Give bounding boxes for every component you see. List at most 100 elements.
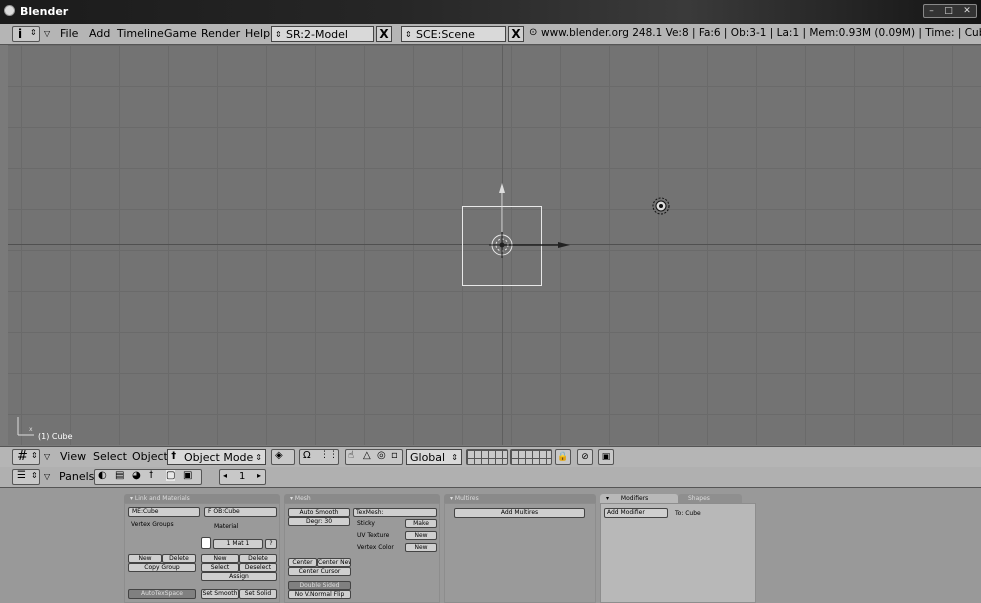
collapse-menu-icon[interactable]: ▽ <box>44 29 50 38</box>
menu-render[interactable]: Render <box>201 27 240 40</box>
menu-timeline[interactable]: Timeline <box>117 27 164 40</box>
script-icon[interactable]: ▤ <box>115 470 124 481</box>
menu-view[interactable]: View <box>60 450 86 463</box>
scene-icon[interactable]: ▣ <box>183 470 192 481</box>
delete-scene-button[interactable]: X <box>508 26 524 42</box>
manipulator-buttons[interactable]: ☝ △ ◎ ▫ <box>345 449 403 465</box>
object-name-field[interactable]: F OB:Cube <box>204 507 277 517</box>
material-delete-button[interactable]: Delete <box>239 554 277 563</box>
copy-group-button[interactable]: Copy Group <box>128 563 196 572</box>
mode-label: Object Mode <box>184 451 254 464</box>
material-select-button[interactable]: Select <box>201 563 239 572</box>
menu-object[interactable]: Object <box>132 450 168 463</box>
layer-buttons-2[interactable] <box>510 449 552 465</box>
degr-stepper[interactable]: Degr: 30 <box>288 517 350 526</box>
panel-title: Modifiers <box>620 495 649 502</box>
logic-icon[interactable]: ◐ <box>98 470 107 481</box>
panel-tab-link-materials[interactable]: ▾ Link and Materials <box>124 494 280 503</box>
material-color-swatch[interactable] <box>201 537 211 549</box>
right-arrow-icon[interactable]: ▸ <box>257 471 261 480</box>
pivot-button[interactable]: Ω ⋮⋮ <box>299 449 339 465</box>
mesh-name-field[interactable]: ME:Cube <box>128 507 200 517</box>
panel-tab-multires[interactable]: ▾ Multires <box>444 494 596 503</box>
material-help-button[interactable]: ? <box>265 539 277 549</box>
mode-select[interactable]: ꝉ Object Mode ⇕ <box>167 449 266 465</box>
link-icon[interactable]: ⊘ <box>577 449 593 465</box>
center-button[interactable]: Center <box>288 558 317 567</box>
close-window-button[interactable]: ✕ <box>963 6 971 16</box>
add-multires-button[interactable]: Add Multires <box>454 508 585 518</box>
translate-icon[interactable]: △ <box>363 450 371 461</box>
autotexspace-toggle[interactable]: AutoTexSpace <box>128 589 196 599</box>
material-assign-button[interactable]: Assign <box>201 572 277 581</box>
info-header: i ⇕ ▽ File Add Timeline Game Render Help… <box>0 24 981 45</box>
orientation-select[interactable]: Global ⇕ <box>406 449 462 465</box>
menu-file[interactable]: File <box>60 27 78 40</box>
uv-texture-new-button[interactable]: New <box>405 531 437 540</box>
center-cursor-button[interactable]: Center Cursor <box>288 567 351 576</box>
buttons-window-icon: ☰ <box>17 470 26 481</box>
panel-tab-mesh[interactable]: ▾ Mesh <box>284 494 440 503</box>
object-icon[interactable]: ꝉ <box>149 470 153 481</box>
menu-add[interactable]: Add <box>89 27 110 40</box>
menu-help[interactable]: Help <box>245 27 270 40</box>
auto-smooth-toggle[interactable]: Auto Smooth <box>288 508 350 517</box>
maximize-button[interactable]: □ <box>944 6 953 16</box>
shading-icon[interactable]: ◕ <box>132 470 141 481</box>
manipulator-x-arrow-icon[interactable] <box>558 242 570 248</box>
window-type-button[interactable]: i ⇕ <box>12 26 40 42</box>
double-sided-toggle[interactable]: Double Sided <box>288 581 351 590</box>
collapse-menu-icon[interactable]: ▽ <box>44 472 50 481</box>
lamp-object[interactable] <box>650 195 672 217</box>
updown-arrow-icon: ⇕ <box>275 30 282 39</box>
editor-type-button[interactable]: # ⇕ <box>12 449 40 465</box>
transform-manipulator[interactable] <box>478 175 578 275</box>
set-solid-button[interactable]: Set Solid <box>239 589 277 599</box>
vgroup-delete-button[interactable]: Delete <box>162 554 196 563</box>
draw-type-button[interactable]: ◈ <box>271 449 295 465</box>
hand-icon[interactable]: ☝ <box>348 450 354 461</box>
layer-buttons-1[interactable] <box>466 449 508 465</box>
delete-screen-button[interactable]: X <box>376 26 392 42</box>
cube-drawtype-icon: ◈ <box>275 450 283 461</box>
editing-icon[interactable]: ▢ <box>166 470 176 481</box>
center-new-button[interactable]: Center New <box>317 558 351 567</box>
frame-number: 1 <box>239 471 246 482</box>
collapse-menu-icon[interactable]: ▽ <box>44 452 50 461</box>
manipulator-y-arrow-icon[interactable] <box>499 183 505 193</box>
panel-link-materials: ME:Cube F OB:Cube Vertex Groups Material… <box>124 503 280 603</box>
scene-select-field[interactable]: ⇕ SCE:Scene <box>401 26 506 42</box>
texmesh-field[interactable]: TexMesh: <box>353 508 437 517</box>
screen-select-field[interactable]: ⇕ SR:2-Model <box>271 26 374 42</box>
3d-viewport[interactable]: x (1) Cube <box>8 45 981 445</box>
render-preview-icon[interactable]: ▣ <box>598 449 614 465</box>
left-arrow-icon[interactable]: ◂ <box>223 471 227 480</box>
no-vnormal-flip-toggle[interactable]: No V.Normal Flip <box>288 590 351 599</box>
updown-arrow-icon: ⇕ <box>405 30 412 39</box>
editor-type-button-2[interactable]: ☰ ⇕ <box>12 469 40 485</box>
set-smooth-button[interactable]: Set Smooth <box>201 589 239 599</box>
tab-shapes[interactable]: Shapes <box>678 494 742 503</box>
material-deselect-button[interactable]: Deselect <box>239 563 277 572</box>
sticky-make-button[interactable]: Make <box>405 519 437 528</box>
lamp-center-icon <box>659 204 663 208</box>
frame-stepper[interactable]: ◂ 1 ▸ <box>219 469 266 485</box>
menu-game[interactable]: Game <box>164 27 197 40</box>
panel-title: Shapes <box>688 495 710 502</box>
context-buttons[interactable]: ◐ ▤ ◕ ꝉ ▢ ▣ <box>94 469 202 485</box>
scale-icon[interactable]: ▫ <box>391 450 398 461</box>
add-modifier-button[interactable]: Add Modifier <box>604 508 668 518</box>
active-object-label: (1) Cube <box>38 432 73 441</box>
vertex-color-new-button[interactable]: New <box>405 543 437 552</box>
vgroup-new-button[interactable]: New <box>128 554 162 563</box>
minimize-button[interactable]: – <box>929 6 934 16</box>
f-label: F <box>208 508 212 515</box>
menu-select[interactable]: Select <box>93 450 127 463</box>
material-new-button[interactable]: New <box>201 554 239 563</box>
screen-name: SR:2-Model <box>286 28 348 41</box>
tab-modifiers[interactable]: ▾ Modifiers <box>600 494 678 503</box>
panels-menu[interactable]: Panels <box>59 470 94 483</box>
material-index-stepper[interactable]: 1 Mat 1 <box>213 539 263 549</box>
lock-layers-icon[interactable]: 🔒 <box>555 449 571 465</box>
rotate-icon[interactable]: ◎ <box>377 450 386 461</box>
